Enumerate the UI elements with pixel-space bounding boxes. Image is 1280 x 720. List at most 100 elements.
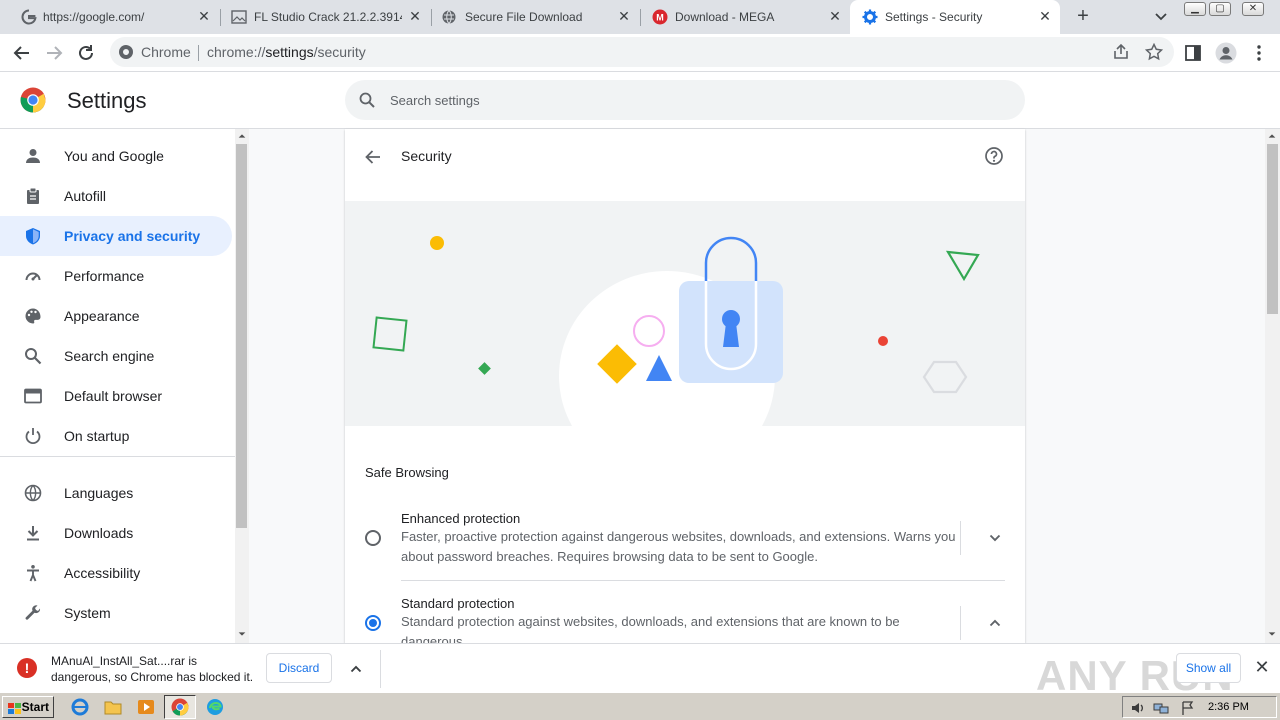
sidebar-item-label: Search engine <box>64 348 155 364</box>
sidebar-item-on-startup[interactable]: On startup <box>0 416 232 456</box>
sidebar-item-you-and-google[interactable]: You and Google <box>0 136 232 176</box>
help-icon[interactable] <box>984 146 1004 166</box>
sidebar-item-system[interactable]: System <box>0 593 232 633</box>
start-button[interactable]: Start <box>2 696 54 718</box>
accessibility-icon <box>27 565 39 582</box>
option-title: Standard protection <box>401 596 515 611</box>
option-title: Enhanced protection <box>401 511 521 526</box>
lock-illustration <box>372 236 980 481</box>
side-panel-icon[interactable] <box>1184 44 1202 62</box>
sidebar-item-downloads[interactable]: Downloads <box>0 513 232 553</box>
kebab-menu-icon[interactable] <box>1250 44 1268 62</box>
power-icon <box>25 428 41 445</box>
volume-icon[interactable] <box>1130 700 1146 716</box>
new-tab-button[interactable]: + <box>1072 6 1094 28</box>
main-scroll-thumb[interactable] <box>1267 144 1278 314</box>
share-icon[interactable] <box>1112 43 1130 61</box>
minimize-button[interactable]: ▁ <box>1184 2 1206 16</box>
start-label: Start <box>21 700 49 714</box>
maximize-button[interactable]: ▢ <box>1209 2 1231 16</box>
forward-icon[interactable] <box>43 42 65 64</box>
tab-secure-download[interactable]: Secure File Download ✕ <box>432 0 640 34</box>
tab-fl-studio[interactable]: FL Studio Crack 21.2.2.3914 To ✕ <box>221 0 431 34</box>
search-icon <box>359 92 375 108</box>
file-explorer-icon[interactable] <box>104 698 122 716</box>
sidebar-item-label: On startup <box>64 428 130 444</box>
discard-button[interactable]: Discard <box>266 653 332 683</box>
scroll-down-arrow-icon[interactable] <box>236 629 248 639</box>
tab-title: Secure File Download <box>465 10 583 24</box>
page-image-icon <box>231 10 247 24</box>
browser-icon <box>24 388 42 404</box>
sidebar-item-search-engine[interactable]: Search engine <box>0 336 232 376</box>
settings-header: Settings <box>0 72 1280 129</box>
scroll-up-arrow-icon[interactable] <box>236 131 248 141</box>
scroll-down-arrow-icon[interactable] <box>1266 629 1278 639</box>
close-icon[interactable]: ✕ <box>827 8 843 24</box>
tab-google[interactable]: https://google.com/ ✕ <box>0 0 220 34</box>
tab-title: Download - MEGA <box>675 10 775 24</box>
close-window-button[interactable]: ✕ <box>1242 2 1264 16</box>
google-g-icon <box>21 9 37 25</box>
sidebar-item-label: Languages <box>64 485 134 501</box>
close-icon[interactable]: ✕ <box>1253 658 1271 676</box>
download-status: dangerous, so Chrome has blocked it. <box>51 670 254 684</box>
sidebar-item-accessibility[interactable]: Accessibility <box>0 553 232 593</box>
enhanced-protection-radio[interactable] <box>365 530 381 546</box>
card-header: Security <box>345 129 1025 185</box>
chevron-down-icon[interactable] <box>1152 8 1170 26</box>
close-icon[interactable]: ✕ <box>196 8 212 24</box>
sidebar-item-autofill[interactable]: Autofill <box>0 176 232 216</box>
sidebar-item-label: Privacy and security <box>64 228 201 244</box>
url-text: chrome://settings/security <box>207 44 366 60</box>
star-icon[interactable] <box>1145 43 1163 61</box>
internet-explorer-icon[interactable] <box>71 698 89 716</box>
tab-mega[interactable]: M Download - MEGA ✕ <box>641 0 849 34</box>
show-all-button[interactable]: Show all <box>1176 653 1241 683</box>
gear-icon <box>862 9 878 25</box>
system-tray <box>1122 696 1277 718</box>
settings-search[interactable] <box>345 80 1025 120</box>
flag-icon[interactable] <box>1180 700 1196 716</box>
search-input[interactable] <box>390 90 990 110</box>
standard-protection-radio[interactable] <box>365 615 381 631</box>
sidebar-scroll-thumb[interactable] <box>236 144 247 528</box>
sidebar-item-default-browser[interactable]: Default browser <box>0 376 232 416</box>
network-icon[interactable] <box>1153 700 1169 716</box>
omnibox-chip: Chrome <box>141 44 191 60</box>
profile-avatar-icon[interactable] <box>1215 42 1237 64</box>
address-bar[interactable]: Chrome chrome://settings/security <box>110 37 1174 67</box>
close-icon[interactable]: ✕ <box>407 8 423 24</box>
safe-browsing-heading: Safe Browsing <box>365 465 449 480</box>
sidebar-item-privacy-and-security[interactable]: Privacy and security <box>0 216 232 256</box>
sidebar-item-label: Autofill <box>64 188 107 204</box>
chevron-up-icon[interactable] <box>986 614 1004 632</box>
close-icon[interactable]: ✕ <box>1037 8 1053 24</box>
sidebar-item-appearance[interactable]: Appearance <box>0 296 232 336</box>
scroll-up-arrow-icon[interactable] <box>1266 131 1278 141</box>
enhanced-protection-option[interactable]: Enhanced protection Faster, proactive pr… <box>345 509 1025 587</box>
chrome-logo-icon <box>20 87 46 113</box>
back-arrow-icon[interactable] <box>363 147 383 167</box>
tab-strip: https://google.com/ ✕ FL Studio Crack 21… <box>0 0 1280 34</box>
windows-taskbar: Start 2:36 PM <box>0 692 1280 720</box>
chevron-down-icon[interactable] <box>986 529 1004 547</box>
svg-text:M: M <box>656 13 664 23</box>
sidebar-item-label: Performance <box>64 268 145 284</box>
tab-settings-security[interactable]: Settings - Security ✕ <box>850 0 1060 34</box>
chrome-icon[interactable] <box>171 698 189 716</box>
sidebar-item-label: You and Google <box>64 148 164 164</box>
edge-icon[interactable] <box>206 698 224 716</box>
standard-protection-option[interactable]: Standard protection Standard protection … <box>345 594 1025 643</box>
reload-icon[interactable] <box>75 42 97 64</box>
sidebar-item-languages[interactable]: Languages <box>0 473 232 513</box>
chevron-up-icon[interactable] <box>347 660 365 678</box>
media-player-icon[interactable] <box>137 698 155 716</box>
globe-icon <box>442 10 456 24</box>
browser-toolbar: Chrome chrome://settings/security <box>0 34 1280 72</box>
sidebar-item-label: Accessibility <box>64 565 141 581</box>
sidebar-item-performance[interactable]: Performance <box>0 256 232 296</box>
back-icon[interactable] <box>11 42 33 64</box>
close-icon[interactable]: ✕ <box>616 8 632 24</box>
sidebar-item-label: Default browser <box>64 388 163 404</box>
